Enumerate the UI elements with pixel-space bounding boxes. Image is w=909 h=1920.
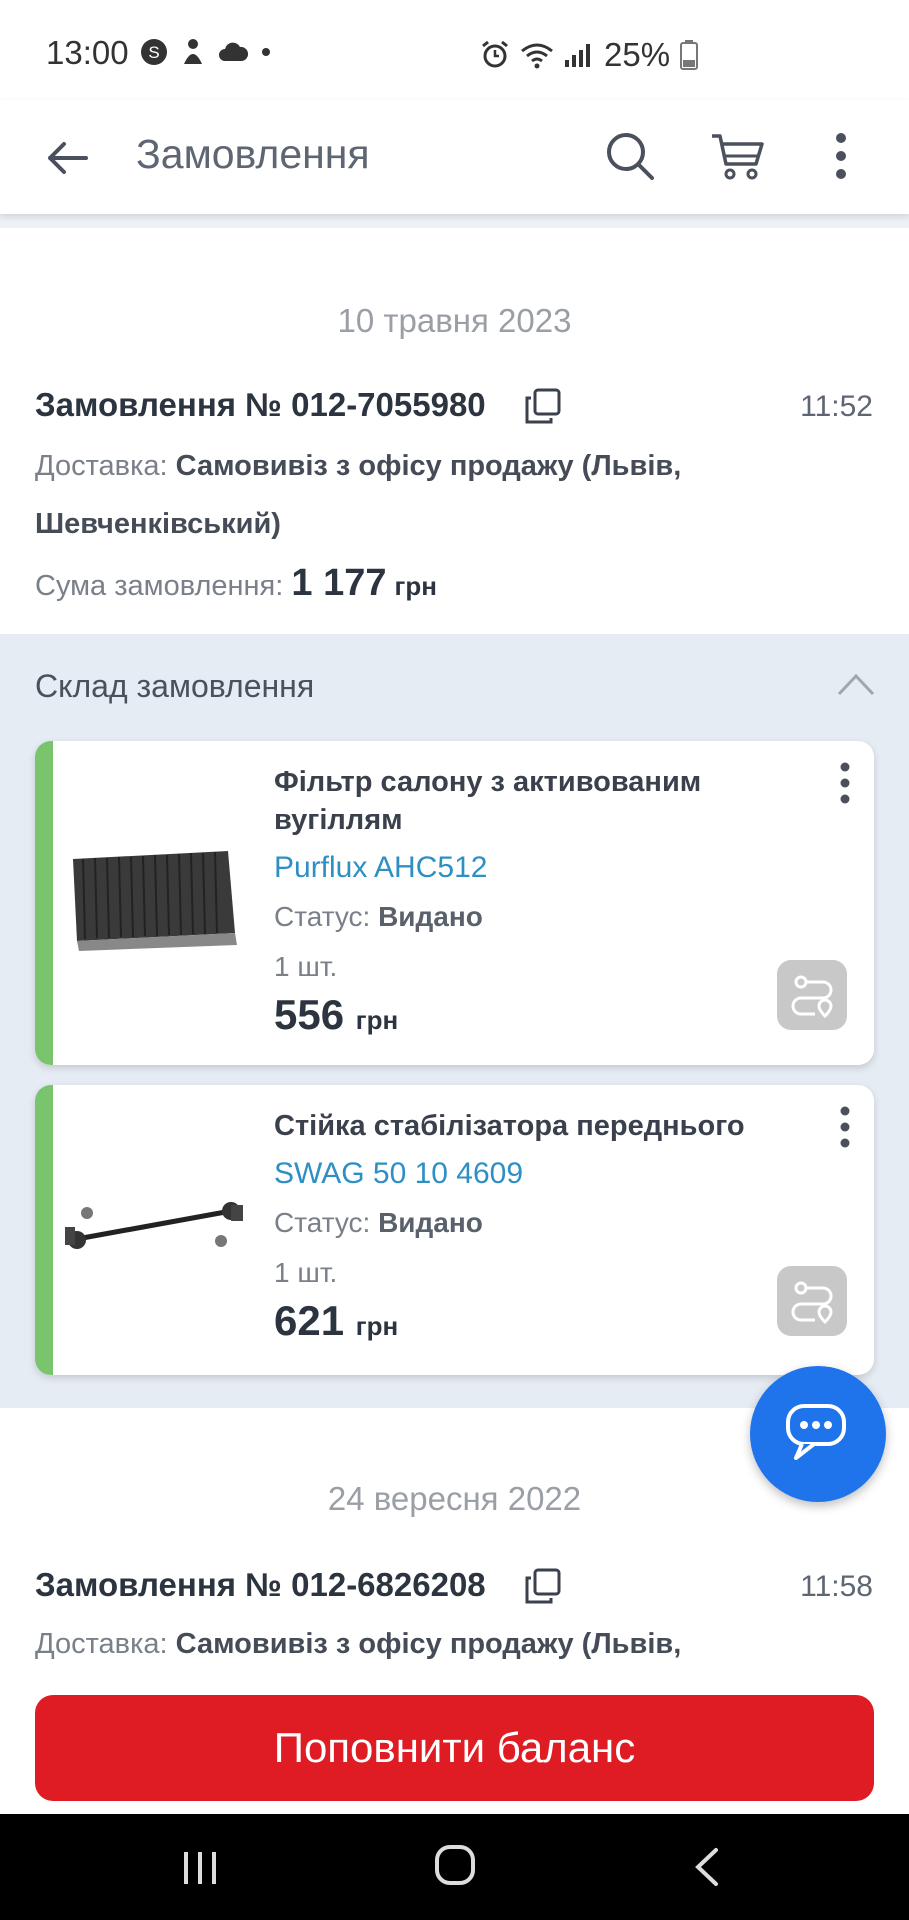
delivery-line: Доставка: Самовивіз з офісу продажу (Льв…	[35, 1628, 681, 1661]
cloud-icon	[219, 42, 248, 61]
alarm-icon	[482, 40, 508, 68]
delivery-value: Самовивіз з офісу продажу (Львів,	[175, 1628, 682, 1660]
order-title: Замовлення № 012-6826208	[35, 1566, 486, 1603]
bottom-action-area: Поповнити баланс	[0, 1680, 909, 1814]
recents-icon[interactable]	[180, 1848, 220, 1888]
item-price: 556 грн	[274, 991, 398, 1039]
route-icon	[791, 975, 833, 1019]
item-status-label: Статус:	[274, 901, 371, 932]
item-price-value: 556	[274, 991, 345, 1038]
order-time: 11:52	[800, 390, 873, 423]
route-button[interactable]	[777, 1266, 847, 1336]
status-bar: 13:00 S 25%	[0, 0, 909, 100]
order-composition: Склад замовлення Фільтр салону з активов…	[0, 634, 909, 1408]
item-qty: 1 шт.	[274, 951, 338, 982]
search-icon[interactable]	[600, 126, 660, 186]
item-status: Статус: Видано	[274, 901, 483, 933]
item-status-label: Статус:	[274, 1207, 371, 1238]
status-time: 13:00	[46, 34, 129, 71]
chat-icon	[786, 1404, 846, 1460]
back-icon[interactable]	[692, 1846, 722, 1888]
copy-icon[interactable]	[523, 386, 563, 426]
route-icon	[791, 1281, 833, 1325]
item-status: Статус: Видано	[274, 1207, 483, 1239]
copy-icon[interactable]	[523, 1566, 563, 1606]
stabilizer-link-image	[65, 1202, 243, 1249]
back-arrow-icon[interactable]	[40, 130, 96, 186]
composition-title[interactable]: Склад замовлення	[35, 668, 314, 705]
system-nav-bar	[0, 1814, 909, 1920]
top-up-balance-button[interactable]: Поповнити баланс	[35, 1695, 874, 1801]
more-vertical-icon[interactable]	[826, 126, 856, 186]
item-name: Стійка стабілізатора переднього	[274, 1110, 745, 1142]
item-price-currency: грн	[355, 1005, 399, 1035]
delivery-label: Доставка:	[35, 1628, 168, 1660]
chevron-up-icon[interactable]	[836, 670, 876, 700]
delivery-label: Доставка:	[35, 450, 168, 482]
sum-currency: грн	[394, 571, 437, 601]
order-title: Замовлення № 012-7055980	[35, 386, 486, 423]
delivery-value: Самовивіз з офісу продажу (Львів,	[175, 450, 682, 482]
battery-percent: 25%	[604, 36, 671, 73]
page-title: Замовлення	[136, 131, 370, 177]
app-bar: Замовлення	[0, 100, 909, 214]
item-price-value: 621	[274, 1297, 345, 1344]
cabin-filter-image	[73, 851, 237, 951]
item-status-value: Видано	[378, 1207, 483, 1238]
order-time: 11:58	[800, 1570, 873, 1603]
delivery-line: Доставка: Самовивіз з офісу продажу (Льв…	[35, 450, 681, 483]
wifi-icon	[521, 43, 553, 69]
order-date: 24 вересня 2022	[327, 1480, 582, 1517]
item-status-value: Видано	[378, 901, 483, 932]
order-sum: Сума замовлення: 1 177 грн	[35, 562, 437, 605]
svg-text:S: S	[148, 43, 159, 62]
cart-icon[interactable]	[708, 126, 768, 186]
item-price: 621 грн	[274, 1297, 398, 1345]
delivery-line-2: Шевченківський)	[35, 508, 281, 541]
status-icons-left: S	[140, 38, 272, 66]
order-item-card[interactable]: Стійка стабілізатора переднього SWAG 50 …	[35, 1085, 874, 1375]
battery-icon	[680, 40, 699, 70]
item-price-currency: грн	[355, 1311, 399, 1341]
sum-label: Сума замовлення:	[35, 570, 284, 602]
notification-icon	[184, 39, 202, 64]
item-qty: 1 шт.	[274, 1257, 338, 1288]
header-divider	[0, 214, 909, 228]
dot-icon	[262, 48, 270, 56]
route-button[interactable]	[777, 960, 847, 1030]
samsung-s-icon: S	[141, 39, 167, 65]
status-icons-right: 25%	[480, 36, 699, 74]
item-more-icon[interactable]	[835, 759, 855, 807]
item-name: Фільтр салону з активованим вугіллям	[274, 766, 702, 836]
status-stripe	[35, 1085, 53, 1375]
item-brand-link[interactable]: Purflux AHC512	[274, 851, 487, 885]
item-more-icon[interactable]	[835, 1103, 855, 1151]
home-icon[interactable]	[434, 1844, 476, 1886]
order-item-card[interactable]: Фільтр салону з активованим вугіллям Pur…	[35, 741, 874, 1065]
sum-value: 1 177	[291, 562, 387, 604]
order-date: 10 травня 2023	[337, 302, 572, 339]
delivery-value-2: Шевченківський)	[35, 508, 281, 540]
status-stripe	[35, 741, 53, 1065]
signal-icon	[565, 44, 590, 67]
chat-button[interactable]	[750, 1366, 886, 1502]
item-brand-link[interactable]: SWAG 50 10 4609	[274, 1157, 523, 1191]
